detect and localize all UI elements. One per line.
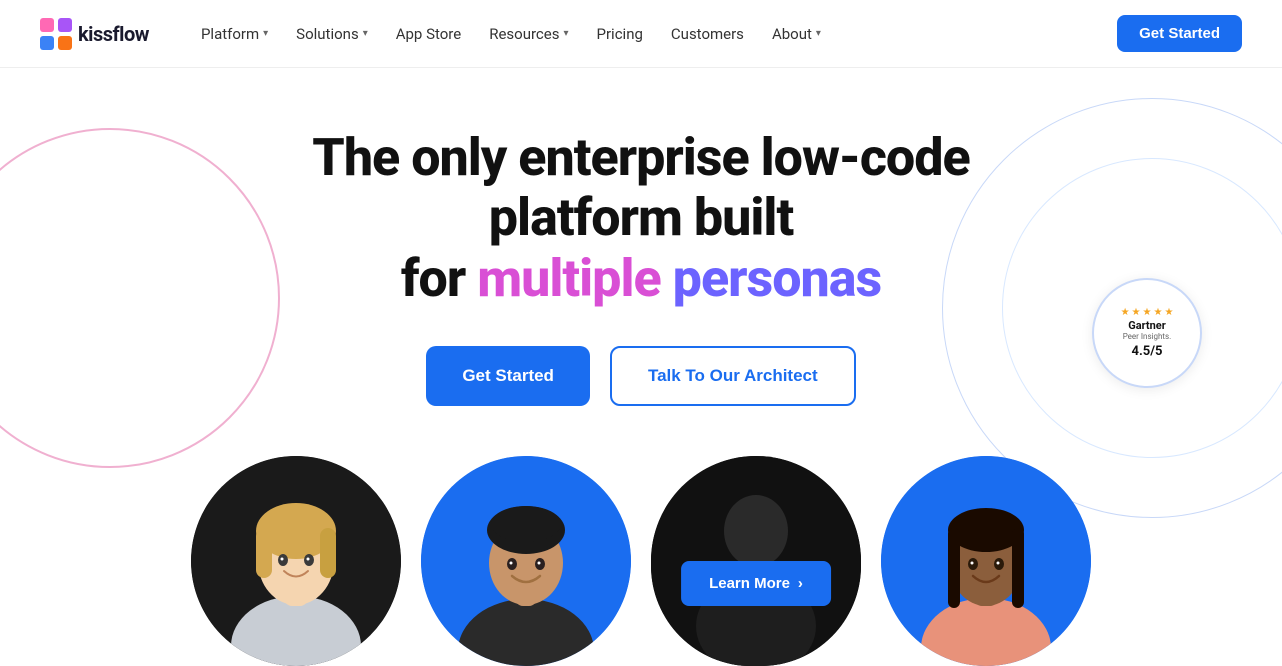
gartner-stars: ★ ★ ★ ★ ★ — [1121, 307, 1174, 318]
nav-item-customers[interactable]: Customers — [659, 17, 756, 51]
hero-talk-architect-button[interactable]: Talk To Our Architect — [610, 346, 856, 406]
hero-headline: The only enterprise low-code platform bu… — [211, 128, 1071, 310]
nav-item-pricing[interactable]: Pricing — [585, 17, 655, 51]
gartner-sub-label: Peer Insights. — [1123, 332, 1172, 342]
persona-1-image — [191, 456, 401, 666]
navbar: kissflow Platform ▾ Solutions ▾ App Stor… — [0, 0, 1282, 68]
learn-more-button[interactable]: Learn More › — [681, 561, 831, 606]
solutions-chevron-icon: ▾ — [363, 28, 368, 39]
learn-more-arrow-icon: › — [798, 575, 803, 592]
nav-item-solutions[interactable]: Solutions ▾ — [284, 17, 380, 51]
persona-4-image — [881, 456, 1091, 666]
headline-highlight-multiple: multiple — [477, 248, 661, 309]
gartner-rating: 4.5/5 — [1132, 344, 1163, 359]
star-3: ★ — [1143, 307, 1152, 318]
brand-name: kissflow — [78, 22, 149, 46]
hero-get-started-button[interactable]: Get Started — [426, 346, 590, 406]
star-1: ★ — [1121, 307, 1130, 318]
resources-chevron-icon: ▾ — [563, 28, 568, 39]
hero-buttons: Get Started Talk To Our Architect — [40, 346, 1242, 406]
persona-card-2 — [421, 456, 631, 666]
star-5: ★ — [1164, 307, 1173, 318]
nav-item-about[interactable]: About ▾ — [760, 17, 833, 51]
nav-item-platform[interactable]: Platform ▾ — [189, 17, 280, 51]
star-2: ★ — [1132, 307, 1141, 318]
persona-card-4 — [881, 456, 1091, 666]
about-chevron-icon: ▾ — [816, 28, 821, 39]
star-4: ★ — [1153, 307, 1162, 318]
logo[interactable]: kissflow — [40, 18, 149, 50]
persona-card-3: Learn More › — [651, 456, 861, 666]
hero-section: The only enterprise low-code platform bu… — [0, 68, 1282, 666]
nav-links: Platform ▾ Solutions ▾ App Store Resourc… — [189, 17, 1117, 51]
persona-card-1 — [191, 456, 401, 666]
nav-item-resources[interactable]: Resources ▾ — [477, 17, 580, 51]
navbar-get-started-button[interactable]: Get Started — [1117, 15, 1242, 52]
persona-2-image — [421, 456, 631, 666]
logo-icon — [40, 18, 72, 50]
persona-row: Learn More › — [40, 456, 1242, 666]
headline-highlight-personas: personas — [661, 248, 881, 309]
nav-item-appstore[interactable]: App Store — [384, 17, 473, 51]
platform-chevron-icon: ▾ — [263, 28, 268, 39]
gartner-brand-name: Gartner — [1128, 320, 1166, 332]
gartner-badge: ★ ★ ★ ★ ★ Gartner Peer Insights. 4.5/5 — [1092, 278, 1202, 388]
